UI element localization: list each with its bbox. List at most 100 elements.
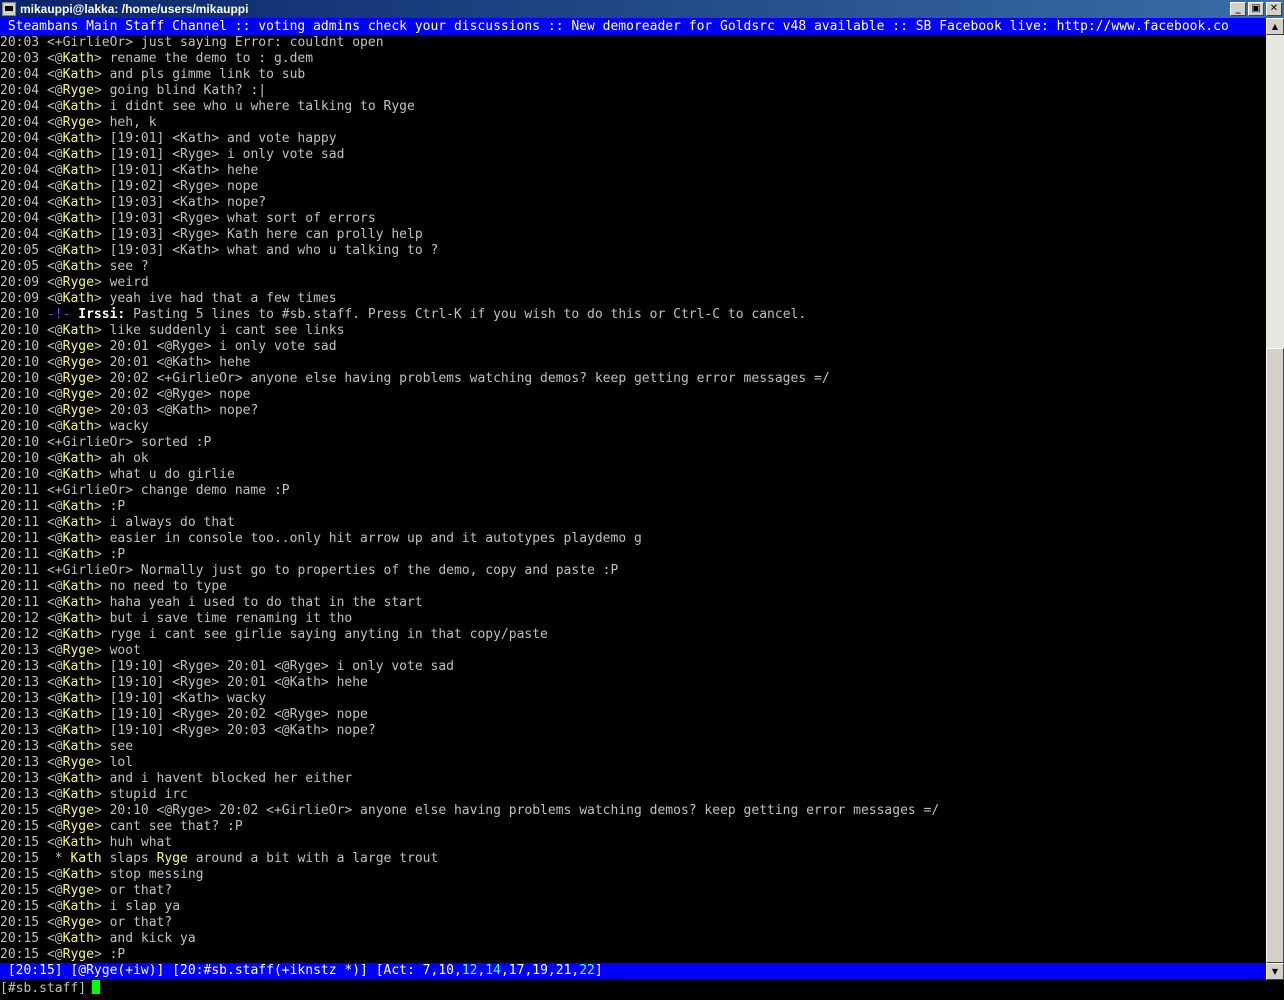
message-timestamp: 20:12 — [0, 611, 40, 626]
scroll-down-arrow-icon[interactable]: ▼ — [1266, 963, 1284, 980]
server-notice-source: Irssi: — [78, 307, 126, 322]
message-timestamp: 20:15 — [0, 883, 40, 898]
scroll-up-arrow-icon[interactable]: ▲ — [1266, 18, 1284, 35]
nick-suffix: > — [93, 115, 110, 130]
chat-line: 20:15 <@Ryge> cant see that? :P — [0, 819, 1266, 835]
nick-suffix: > — [93, 275, 110, 290]
nick-suffix: > — [93, 451, 110, 466]
message-nick: Kath — [62, 211, 94, 226]
message-timestamp: 20:15 — [0, 835, 40, 850]
chat-line: 20:11 <@Kath> no need to type — [0, 579, 1266, 595]
message-timestamp: 20:05 — [0, 259, 40, 274]
chat-line: 20:13 <@Kath> stupid irc — [0, 787, 1266, 803]
message-nick: Ryge — [62, 803, 94, 818]
nick-suffix: > — [125, 563, 141, 578]
nick-prefix: <@ — [46, 723, 63, 738]
message-nick: Ryge — [62, 883, 94, 898]
maximize-button[interactable]: ▣ — [1248, 2, 1264, 16]
message-timestamp: 20:10 — [0, 371, 40, 386]
message-text: no need to type — [109, 579, 227, 594]
message-timestamp: 20:03 — [0, 51, 40, 66]
message-text: rename the demo to : g.dem — [109, 51, 314, 66]
minimize-button[interactable]: _ — [1230, 2, 1246, 16]
chat-line: 20:10 <@Ryge> 20:01 <@Ryge> i only vote … — [0, 339, 1266, 355]
message-timestamp: 20:10 — [0, 307, 40, 322]
nick-prefix: < — [46, 483, 55, 498]
message-nick: Ryge — [62, 947, 94, 962]
activity-close: ] — [594, 963, 603, 978]
message-timestamp: 20:13 — [0, 707, 40, 722]
channel-topic: Steambans Main Staff Channel :: voting a… — [0, 18, 1266, 35]
status-activity: [Act: 7,10,12,14,17,19,21,22] — [376, 963, 603, 978]
scrollbar-thumb[interactable] — [1266, 348, 1284, 963]
chat-line: 20:12 <@Kath> ryge i cant see girlie say… — [0, 627, 1266, 643]
message-text: [19:02] <Ryge> nope — [109, 179, 259, 194]
close-button[interactable]: ✕ — [1266, 2, 1282, 16]
message-nick: Kath — [62, 579, 94, 594]
activity-window-number: 7 — [422, 963, 431, 978]
message-text: [19:03] <Ryge> Kath here can prolly help — [109, 227, 423, 242]
nick-prefix: <@ — [46, 147, 63, 162]
nick-suffix: > — [93, 531, 110, 546]
message-text: Normally just go to properties of the de… — [140, 563, 619, 578]
nick-prefix: <@ — [46, 819, 63, 834]
message-timestamp: 20:13 — [0, 659, 40, 674]
message-text: 20:01 <@Ryge> i only vote sad — [109, 339, 337, 354]
message-timestamp: 20:15 — [0, 947, 40, 962]
nick-suffix: > — [93, 643, 110, 658]
nick-suffix: > — [93, 771, 110, 786]
activity-window-number: 12 — [461, 963, 478, 978]
nick-prefix: <@ — [46, 643, 63, 658]
message-timestamp: 20:11 — [0, 499, 40, 514]
nick-prefix: <@ — [46, 403, 63, 418]
nick-prefix: <@ — [46, 899, 63, 914]
chat-line: 20:11 <@Kath> haha yeah i used to do tha… — [0, 595, 1266, 611]
input-prompt: [#sb.staff] — [0, 981, 87, 996]
message-text: what u do girlie — [109, 467, 235, 482]
message-nick: Kath — [62, 99, 94, 114]
message-timestamp: 20:13 — [0, 787, 40, 802]
message-nick: Kath — [62, 691, 94, 706]
chat-line: 20:04 <@Ryge> heh, k — [0, 115, 1266, 131]
message-nick: Kath — [62, 707, 94, 722]
message-text: [19:10] <Ryge> 20:02 <@Ryge> nope — [109, 707, 368, 722]
message-timestamp: 20:10 — [0, 451, 40, 466]
message-timestamp: 20:04 — [0, 99, 40, 114]
scrollbar[interactable]: ▲ ▼ — [1266, 18, 1284, 980]
nick-suffix: > — [93, 147, 110, 162]
chat-line: 20:13 <@Kath> [19:10] <Ryge> 20:01 <@Kat… — [0, 675, 1266, 691]
chat-line: 20:15 * Kath slaps Ryge around a bit wit… — [0, 851, 1266, 867]
window-titlebar[interactable]: mikauppi@lakka: /home/users/mikauppi _ ▣… — [0, 0, 1284, 18]
nick-prefix: <@ — [46, 83, 63, 98]
nick-suffix: > — [93, 611, 110, 626]
chat-line: 20:15 <@Ryge> or that? — [0, 883, 1266, 899]
nick-prefix: <@ — [46, 275, 63, 290]
chat-log[interactable]: 20:03 <+GirlieOr> just saying Error: cou… — [0, 35, 1266, 963]
message-timestamp: 20:11 — [0, 483, 40, 498]
chat-line: 20:04 <@Kath> [19:01] <Kath> hehe — [0, 163, 1266, 179]
status-time: [20:15] — [7, 963, 63, 978]
message-text: :P — [109, 947, 126, 962]
nick-suffix: > — [93, 915, 110, 930]
message-nick: Kath — [62, 547, 94, 562]
chat-line: 20:13 <@Kath> see — [0, 739, 1266, 755]
nick-suffix: > — [93, 547, 110, 562]
nick-prefix: <@ — [46, 787, 63, 802]
message-nick: Ryge — [62, 387, 94, 402]
message-timestamp: 20:04 — [0, 211, 40, 226]
chat-line: 20:04 <@Kath> [19:01] <Kath> and vote ha… — [0, 131, 1266, 147]
nick-suffix: > — [93, 179, 110, 194]
message-timestamp: 20:15 — [0, 851, 40, 866]
text-cursor — [92, 980, 101, 994]
chat-line: 20:10 <@Kath> what u do girlie — [0, 467, 1266, 483]
nick-prefix: <@ — [46, 691, 63, 706]
message-nick: Kath — [62, 51, 94, 66]
message-nick: Ryge — [62, 915, 94, 930]
message-text: sorted :P — [140, 435, 212, 450]
nick-prefix: <@ — [46, 947, 63, 962]
nick-prefix: < — [46, 435, 55, 450]
input-line[interactable]: [#sb.staff] — [0, 980, 1266, 998]
message-nick: Kath — [70, 851, 102, 866]
chat-line: 20:15 <@Kath> huh what — [0, 835, 1266, 851]
message-nick: Kath — [62, 147, 94, 162]
